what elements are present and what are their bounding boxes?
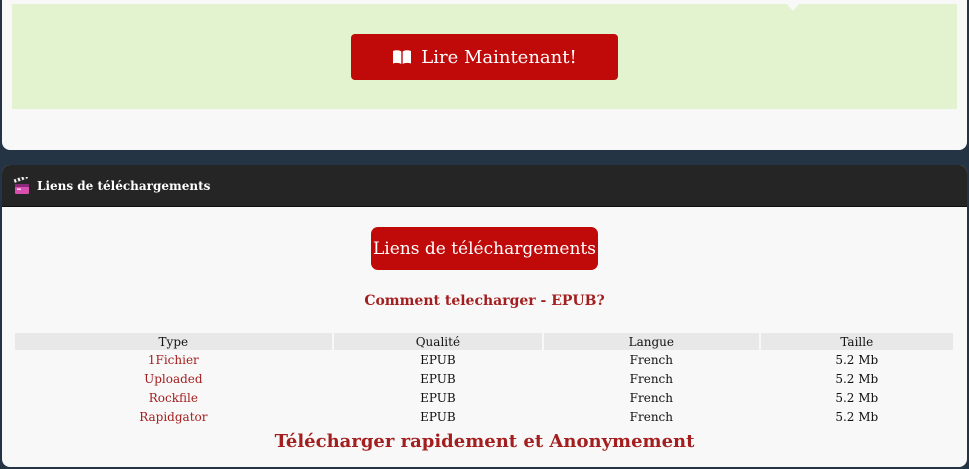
column-header-quality: Qualité bbox=[333, 333, 543, 350]
size-cell: 5.2 Mb bbox=[835, 371, 879, 386]
host-link-rockfile[interactable]: Rockfile bbox=[15, 388, 332, 407]
language-cell: French bbox=[629, 371, 673, 386]
host-link-1fichier[interactable]: 1Fichier bbox=[15, 350, 332, 369]
column-header-language: Langue bbox=[544, 333, 759, 350]
quality-cell: EPUB bbox=[420, 390, 456, 405]
quality-cell: EPUB bbox=[420, 371, 456, 386]
table-row: 1Fichier EPUB French 5.2 Mb bbox=[15, 350, 953, 369]
table-header-row: Type Qualité Langue Taille bbox=[15, 333, 953, 350]
book-icon bbox=[392, 49, 412, 65]
table-row: Uploaded EPUB French 5.2 Mb bbox=[15, 369, 953, 388]
host-link-rapidgator[interactable]: Rapidgator bbox=[15, 407, 332, 426]
table-row: Rockfile EPUB French 5.2 Mb bbox=[15, 388, 953, 407]
host-link-uploaded[interactable]: Uploaded bbox=[15, 369, 332, 388]
fast-anonymous-download-link[interactable]: Télécharger rapidement et Anonymement bbox=[2, 431, 967, 452]
read-card: Lire Maintenant! bbox=[2, 0, 967, 150]
column-header-type: Type bbox=[15, 333, 332, 350]
downloads-header-title: Liens de téléchargements bbox=[37, 178, 211, 193]
read-now-button[interactable]: Lire Maintenant! bbox=[351, 34, 618, 80]
language-cell: French bbox=[629, 390, 673, 405]
read-now-label: Lire Maintenant! bbox=[421, 46, 577, 68]
quality-cell: EPUB bbox=[420, 352, 456, 367]
language-cell: French bbox=[629, 409, 673, 424]
column-header-size: Taille bbox=[760, 333, 953, 350]
table-row: Rapidgator EPUB French 5.2 Mb bbox=[15, 407, 953, 426]
download-links-table: Type Qualité Langue Taille 1Fichier EPUB… bbox=[13, 333, 955, 426]
size-cell: 5.2 Mb bbox=[835, 390, 879, 405]
quality-cell: EPUB bbox=[420, 409, 456, 424]
downloads-card: Liens de téléchargements Liens de téléch… bbox=[2, 165, 967, 467]
size-cell: 5.2 Mb bbox=[835, 409, 879, 424]
size-cell: 5.2 Mb bbox=[835, 352, 879, 367]
panel-notch bbox=[787, 4, 799, 11]
how-to-download-link[interactable]: Comment telecharger - EPUB? bbox=[2, 293, 967, 309]
downloads-header: Liens de téléchargements bbox=[2, 165, 967, 207]
language-cell: French bbox=[629, 352, 673, 367]
clapperboard-icon bbox=[13, 176, 31, 195]
download-links-button[interactable]: Liens de téléchargements bbox=[371, 227, 598, 270]
